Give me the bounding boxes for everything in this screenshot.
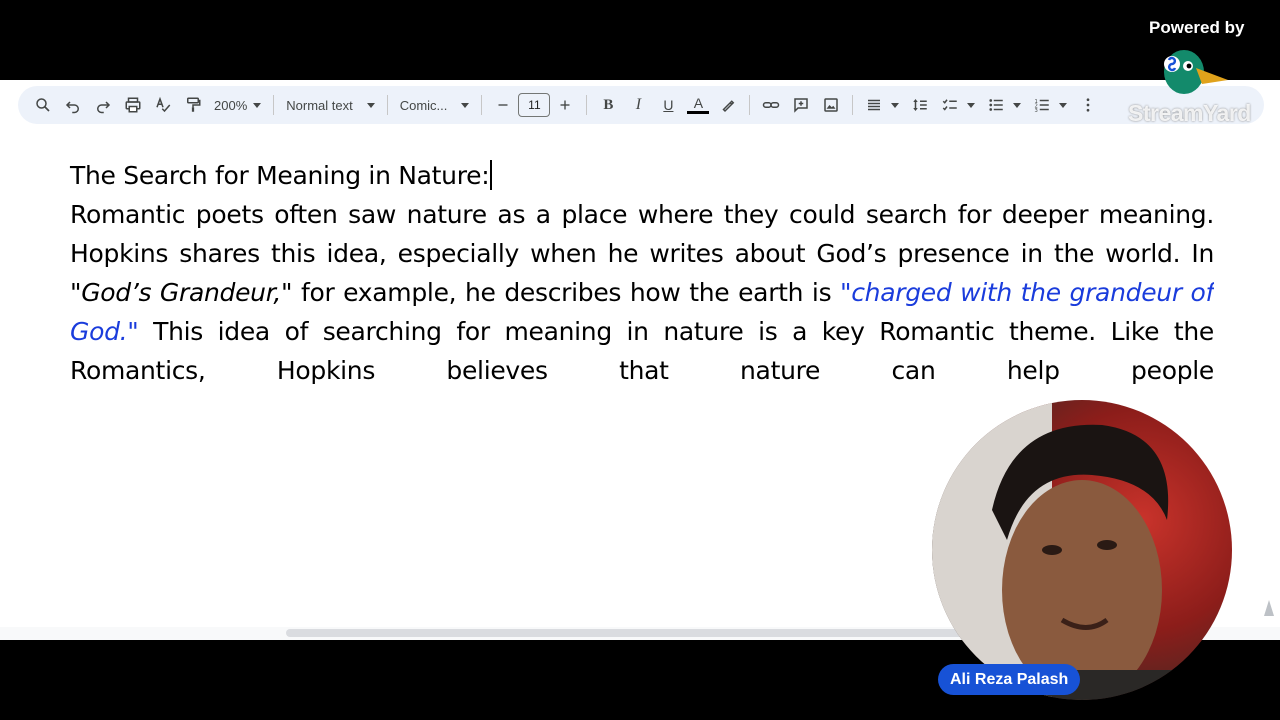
vertical-scroll-indicator[interactable] (1264, 600, 1274, 616)
text-color-label: A (693, 95, 704, 111)
toolbar-divider (852, 95, 854, 115)
toolbar-divider (481, 95, 483, 115)
document-paragraph: Romantic poets often saw nature as a pla… (70, 195, 1214, 390)
highlight-icon[interactable] (714, 91, 742, 119)
italic-button[interactable]: I (624, 91, 652, 119)
zoom-dropdown[interactable]: 200% (208, 91, 267, 119)
redo-icon[interactable] (89, 91, 117, 119)
top-black-band (0, 0, 1280, 80)
chevron-down-icon[interactable] (1059, 102, 1068, 108)
image-icon[interactable] (817, 91, 845, 119)
print-icon[interactable] (119, 91, 147, 119)
increase-font-size-button[interactable] (551, 91, 579, 119)
toolbar-divider (273, 95, 275, 115)
bullet-list-icon[interactable] (982, 91, 1010, 119)
svg-text:3: 3 (1035, 108, 1038, 114)
underline-button[interactable]: U (654, 91, 682, 119)
chevron-down-icon[interactable] (1013, 102, 1022, 108)
chevron-down-icon (461, 102, 470, 108)
font-dropdown[interactable]: Comic... (394, 91, 476, 119)
presenter-name-badge: Ali Reza Palash (938, 664, 1081, 695)
link-icon[interactable] (757, 91, 785, 119)
bold-button[interactable]: B (594, 91, 622, 119)
text-color-button[interactable]: A (684, 91, 712, 119)
text-cursor (490, 160, 493, 190)
chevron-down-icon[interactable] (967, 102, 976, 108)
font-size-input[interactable]: 11 (518, 93, 551, 117)
search-icon[interactable] (29, 91, 57, 119)
toolbar-divider (386, 95, 388, 115)
paragraph-text-3: This idea of searching for meaning in na… (70, 317, 1214, 385)
spellcheck-icon[interactable] (149, 91, 177, 119)
style-value: Normal text (286, 97, 353, 113)
paragraph-text-1: Romantic poets often saw nature as a pla… (70, 200, 1214, 268)
paragraph-text-2: for example, he describes how the earth … (292, 278, 841, 307)
chevron-down-icon[interactable] (891, 102, 900, 108)
decrease-font-size-button[interactable] (489, 91, 517, 119)
docs-toolbar: 200% Normal text Comic... 11 B I U A 1 2… (18, 86, 1264, 124)
undo-icon[interactable] (59, 91, 87, 119)
powered-by-label: Powered by (1149, 18, 1245, 37)
more-icon[interactable] (1074, 91, 1102, 119)
checklist-icon[interactable] (936, 91, 964, 119)
toolbar-divider (586, 95, 588, 115)
align-icon[interactable] (860, 91, 888, 119)
numbered-list-icon[interactable]: 123 (1028, 91, 1056, 119)
style-dropdown[interactable]: Normal text (280, 91, 380, 119)
line-spacing-icon[interactable] (906, 91, 934, 119)
streamyard-watermark: StreamYard (1128, 100, 1251, 126)
document-body[interactable]: The Search for Meaning in Nature: Romant… (70, 156, 1214, 390)
font-value: Comic... (399, 97, 448, 113)
chevron-down-icon (253, 102, 262, 108)
toolbar-divider (749, 95, 751, 115)
heading-text: The Search for Meaning in Nature: (70, 161, 490, 190)
poem-title-quote: "God’s Grandeur," (70, 278, 293, 307)
comment-icon[interactable] (787, 91, 815, 119)
text-color-swatch (687, 111, 710, 114)
zoom-value: 200% (214, 97, 248, 113)
document-heading: The Search for Meaning in Nature: (70, 156, 1214, 195)
chevron-down-icon (366, 102, 375, 108)
presenter-webcam (932, 400, 1232, 700)
horizontal-scrollbar-thumb[interactable] (286, 629, 986, 637)
paint-format-icon[interactable] (179, 91, 207, 119)
